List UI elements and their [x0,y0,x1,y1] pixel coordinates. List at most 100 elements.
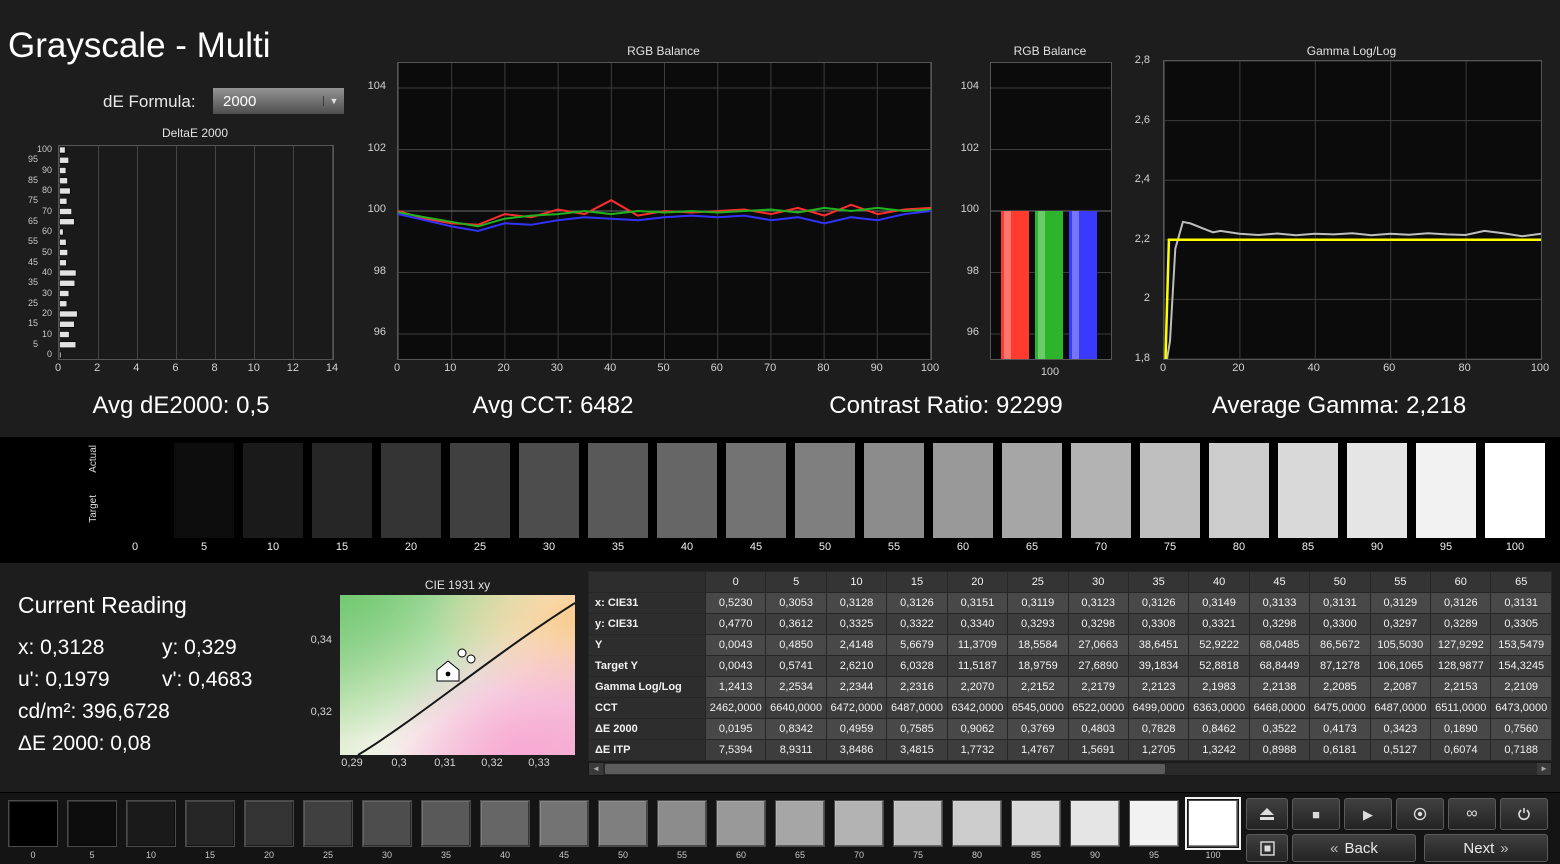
measurement-marker-dot [445,671,451,677]
pattern-patch-button-10[interactable] [126,800,176,847]
pattern-window-icon [1259,840,1275,856]
grayscale-swatch-90 [1347,443,1407,538]
deltae-y-tick: 20 [41,308,52,318]
cie-x-tick: 0,3 [391,757,407,769]
rgb-line-x-tick: 60 [710,362,723,374]
scroll-right-arrow[interactable]: ► [1537,763,1551,775]
pattern-patch-button-55[interactable] [657,800,707,847]
pattern-patch-button-30[interactable] [362,800,412,847]
swatch-level-label: 65 [1025,541,1039,553]
deltae-bar [59,259,67,267]
table-column-header: 15 [886,571,948,593]
swatch-actual [588,443,648,491]
pattern-patch-button-5[interactable] [67,800,117,847]
swatch-target [1416,490,1476,538]
table-row-label: y: CIE31 [588,613,706,635]
table-cell: 6487,0000 [1369,697,1432,719]
pattern-patch-button-100[interactable] [1185,797,1241,850]
table-column-header: 10 [825,571,888,593]
deltae-x-tick: 10 [247,362,260,374]
table-cell: 0,3321 [1188,613,1250,635]
scrollbar-thumb[interactable] [605,764,1165,774]
power-icon [1518,808,1530,821]
deltae-y-tick: 60 [41,226,52,236]
next-button[interactable]: Next » [1424,834,1548,862]
play-button[interactable]: ▶ [1344,798,1392,830]
grayscale-swatch-65 [1002,443,1062,538]
swatch-level-label: 40 [680,541,694,553]
gamma-chart [1163,60,1542,360]
record-button[interactable] [1396,798,1444,830]
gamma-x-tick: 40 [1307,362,1320,374]
swatch-level-label: 25 [473,541,487,553]
pattern-patch-button-40[interactable] [480,800,530,847]
table-cell: 0,3293 [1007,613,1069,635]
table-cell: 0,3123 [1067,592,1129,614]
pattern-patch-button-25[interactable] [303,800,353,847]
pattern-patch-button-95[interactable] [1129,800,1179,847]
table-cell: 0,5741 [765,655,827,677]
table-cell: 2,2153 [1430,676,1492,698]
table-cell: 0,4770 [704,613,767,635]
table-cell: 6363,0000 [1188,697,1250,719]
stop-button[interactable]: ■ [1292,798,1340,830]
table-scrollbar[interactable]: ◄ ► [588,762,1552,776]
pattern-patch-button-20[interactable] [244,800,294,847]
loop-button[interactable]: ∞ [1448,798,1496,830]
pattern-patch-button-60[interactable] [716,800,766,847]
swatch-target [864,490,924,538]
power-button[interactable] [1500,798,1548,830]
table-cell: 2,2087 [1369,676,1432,698]
grayscale-swatch-55 [864,443,924,538]
de-formula-select[interactable]: 2000 ▼ [212,87,345,115]
pattern-patch-button-50[interactable] [598,800,648,847]
rgb-line-y-tick: 104 [367,80,386,92]
rgb-line-x-tick: 40 [604,362,617,374]
table-cell: 0,4173 [1309,718,1371,740]
pattern-window-button[interactable] [1246,834,1288,862]
deltae-chart [58,145,334,360]
rgb-bars-y-tick: 104 [960,80,979,92]
table-cell: 0,3308 [1127,613,1190,635]
table-cell: 1,3242 [1188,739,1250,761]
table-cell: 0,3151 [946,592,1009,614]
eject-button[interactable] [1246,798,1288,830]
back-button[interactable]: « Back [1292,834,1416,862]
pattern-patch-button-70[interactable] [834,800,884,847]
pattern-patch-button-80[interactable] [952,800,1002,847]
play-icon: ▶ [1363,806,1373,822]
deltae-y-tick: 80 [41,185,52,195]
rgb-line-x-tick: 10 [444,362,457,374]
swatch-level-label: 30 [542,541,556,553]
pattern-toolbar: 0 5 10 15 20 25 30 35 40 45 50 55 60 65 70 75 80 85 90 95 10… [0,792,1560,864]
cie-x-tick: 0,33 [528,757,550,769]
swatch-target [312,490,372,538]
deltae-bar [59,341,77,349]
pattern-patch-button-35[interactable] [421,800,471,847]
swatch-target [588,490,648,538]
deltae-y-tick: 5 [32,338,38,349]
scroll-left-arrow[interactable]: ◄ [589,763,603,775]
pattern-patch-button-85[interactable] [1011,800,1061,847]
chevron-left-icon: « [1330,839,1339,857]
swatch-level-label: 55 [887,541,901,553]
pattern-patch-button-75[interactable] [893,800,943,847]
pattern-patch-button-15[interactable] [185,800,235,847]
pattern-patch-label: 55 [676,850,687,860]
swatch-level-label: 20 [404,541,418,553]
rgb-line-x-tick: 50 [657,362,670,374]
table-cell: 6,0328 [886,655,948,677]
swatch-actual [174,443,234,491]
table-row: CCT 2462,0000 6640,0000 6472,0000 6487,0000 6… [588,697,1552,719]
pattern-patch-button-90[interactable] [1070,800,1120,847]
pattern-patch-button-0[interactable] [8,800,58,847]
table-row: y: CIE31 0,4770 0,3612 0,3325 0,3322 0,3340 0,… [588,613,1552,635]
table-cell: 6473,0000 [1490,697,1552,719]
rgb-line-x-axis: 0 10 20 30 40 50 60 70 80 90 100 [394,362,939,376]
deltae-y-tick: 75 [27,195,38,206]
table-cell: 0,4850 [765,634,827,656]
pattern-patch-label: 70 [853,850,864,860]
pattern-patch-button-45[interactable] [539,800,589,847]
pattern-patch-button-65[interactable] [775,800,825,847]
reading-luminance: cd/m²: 396,6728 [18,700,170,723]
